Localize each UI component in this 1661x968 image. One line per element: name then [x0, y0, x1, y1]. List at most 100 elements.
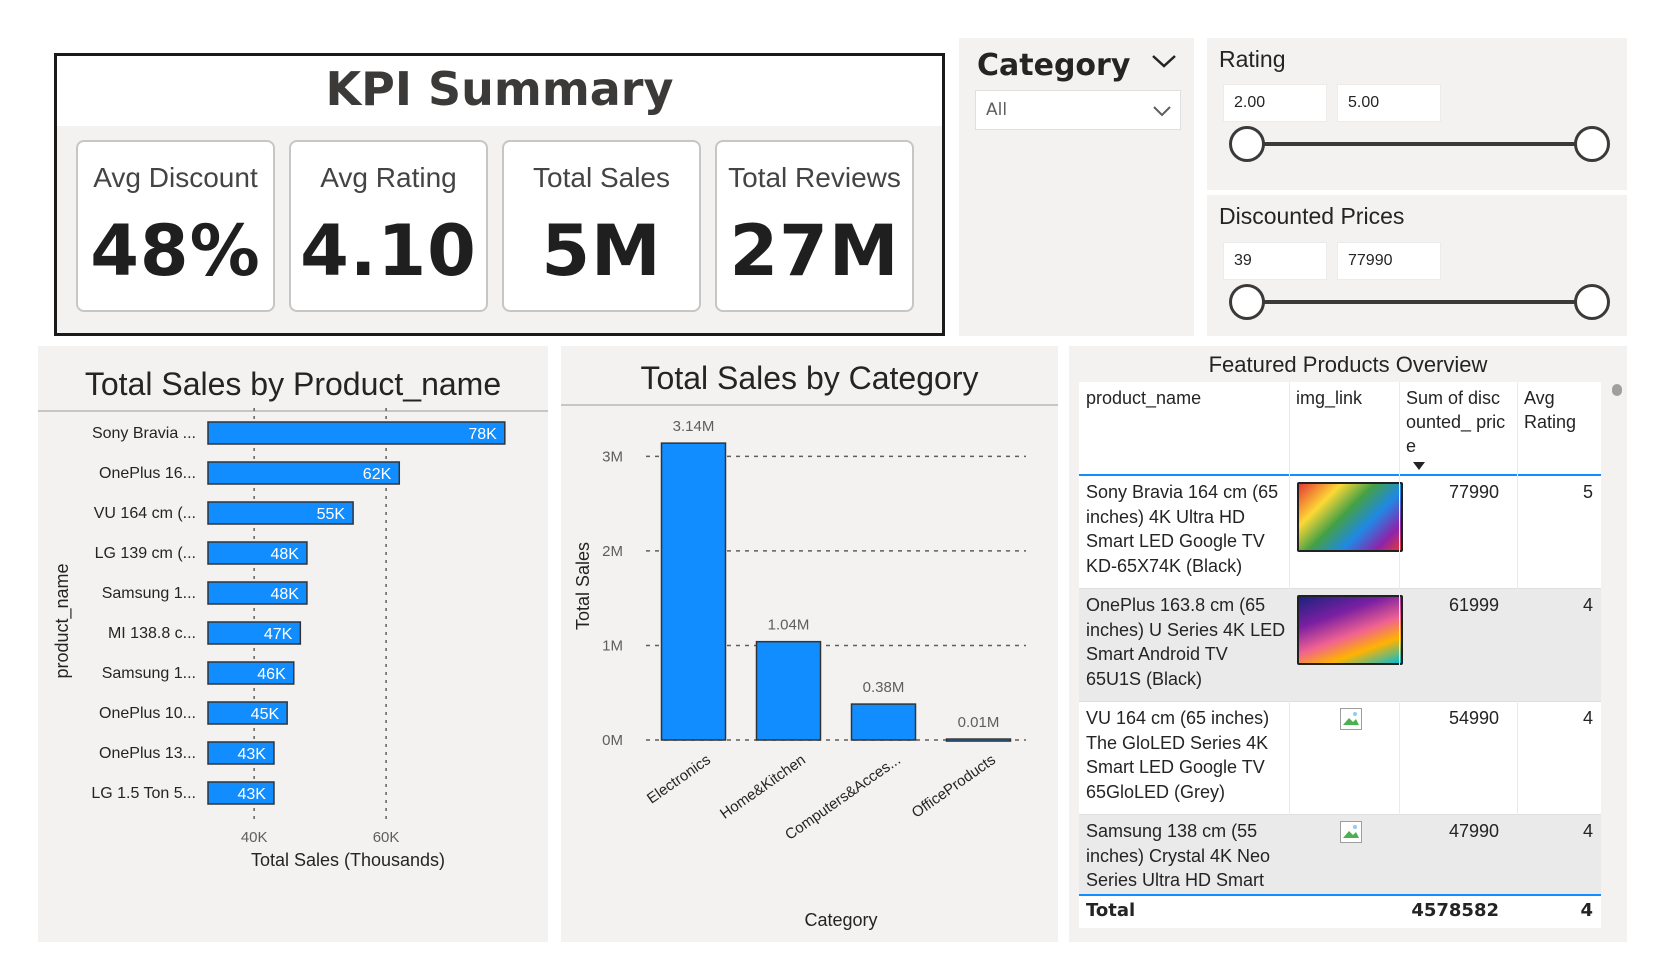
column-chart-plot[interactable]: 0M 1M 2M 3M 3.14M Electronics 1.04M Home&Kitche…: [561, 346, 1058, 942]
table-row[interactable]: Samsung 138 cm (55 inches) Crystal 4K Ne…: [1079, 815, 1601, 895]
cell-price: 77990: [1448, 482, 1499, 502]
y-axis-title: Total Sales: [573, 542, 593, 630]
sales-by-category-chart: Total Sales by Category 0M 1M 2M 3M 3.14M Ele…: [561, 346, 1058, 942]
broken-image-icon[interactable]: [1340, 708, 1362, 730]
column-data-label: 3.14M: [673, 418, 715, 435]
bar-data-label: 47K: [264, 626, 293, 643]
bar-data-label: 48K: [270, 546, 299, 563]
y-category-label: OnePlus 13...: [99, 745, 196, 762]
column-bar[interactable]: [850, 703, 917, 741]
y-category-label: OnePlus 16...: [99, 465, 196, 482]
table-row[interactable]: VU 164 cm (65 inches) The GloLED Series …: [1079, 702, 1601, 815]
broken-image-icon[interactable]: [1340, 821, 1362, 843]
table-row[interactable]: Sony Bravia 164 cm (65 inches) 4K Ultra …: [1079, 476, 1601, 589]
bar-data-label: 48K: [270, 586, 299, 603]
total-price: 4578582: [1411, 900, 1499, 921]
category-dropdown[interactable]: All: [975, 90, 1181, 130]
rating-slicer: Rating 2.00 5.00: [1207, 38, 1627, 190]
y-category-label: MI 138.8 c...: [108, 625, 196, 642]
kpi-label: Total Sales: [533, 162, 670, 193]
total-label: Total: [1086, 900, 1136, 921]
kpi-card-total-sales[interactable]: Total Sales 5M: [502, 140, 701, 312]
kpi-card-avg-rating[interactable]: Avg Rating 4.10: [289, 140, 488, 312]
kpi-label: Avg Rating: [320, 162, 457, 193]
bar-data-label: 55K: [317, 506, 346, 523]
column-divider: [1517, 382, 1518, 928]
rating-max-input[interactable]: 5.00: [1337, 84, 1441, 122]
chevron-down-icon[interactable]: [1149, 46, 1179, 76]
x-axis-title: Total Sales (Thousands): [251, 850, 445, 870]
rating-min-input[interactable]: 2.00: [1223, 84, 1327, 122]
column-bar[interactable]: [755, 640, 822, 741]
cell-rating: 5: [1582, 482, 1593, 502]
kpi-card-avg-discount[interactable]: Avg Discount 48%: [76, 140, 275, 312]
rating-slider-max-handle[interactable]: [1574, 126, 1610, 162]
discounted-price-slider-track[interactable]: [1251, 300, 1591, 304]
kpi-value: 4.10: [300, 210, 477, 292]
cell-rating: 4: [1582, 595, 1593, 615]
featured-products-table-panel: Featured Products Overview product_name …: [1069, 346, 1627, 942]
column-bar[interactable]: [660, 442, 727, 741]
discounted-prices-slicer-title: Discounted Prices: [1219, 203, 1405, 229]
column-data-label: 0.01M: [958, 714, 1000, 731]
kpi-summary-panel: KPI Summary Avg Discount 48% Avg Rating …: [54, 53, 945, 336]
cell-product-name: Samsung 138 cm (55 inches) Crystal 4K Ne…: [1086, 821, 1271, 890]
column-header-product-name[interactable]: product_name: [1079, 382, 1289, 474]
table-scrollbar[interactable]: [1612, 384, 1622, 396]
column-bar[interactable]: [945, 738, 1012, 742]
kpi-value: 27M: [729, 210, 900, 292]
kpi-label: Total Reviews: [728, 162, 901, 193]
rating-slider-track[interactable]: [1251, 142, 1591, 146]
products-table[interactable]: product_name img_link Sum of discounted_…: [1079, 382, 1601, 928]
discounted-prices-slicer: Discounted Prices 39 77990: [1207, 195, 1627, 336]
category-slicer-title: Category: [977, 48, 1131, 83]
column-header-img-link[interactable]: img_link: [1289, 382, 1399, 474]
rating-slicer-title: Rating: [1219, 46, 1286, 72]
discounted-price-slider-min-handle[interactable]: [1229, 284, 1265, 320]
column-divider: [1399, 382, 1400, 928]
rating-slider-min-handle[interactable]: [1229, 126, 1265, 162]
cell-price: 47990: [1448, 821, 1499, 841]
bar[interactable]: [207, 421, 506, 445]
tv-umbrellas-thumbnail[interactable]: [1297, 482, 1403, 552]
discounted-price-slider-max-handle[interactable]: [1574, 284, 1610, 320]
column-header-avg-rating[interactable]: Avg Rating: [1517, 382, 1601, 474]
cell-product-name: OnePlus 163.8 cm (65 inches) U Series 4K…: [1086, 595, 1286, 689]
x-category-label: Home&Kitchen: [717, 751, 809, 822]
column-data-label: 0.38M: [863, 679, 905, 696]
cell-product-name: Sony Bravia 164 cm (65 inches) 4K Ultra …: [1086, 482, 1279, 576]
bar-chart-plot[interactable]: 40K 60K Sony Bravia ... 78K OnePlus 16... 62K…: [38, 346, 548, 942]
y-tick-label: 1M: [602, 637, 623, 654]
kpi-value: 5M: [541, 210, 662, 292]
y-tick-label: 3M: [602, 448, 623, 465]
discounted-price-min-input[interactable]: 39: [1223, 242, 1327, 280]
cell-price: 61999: [1448, 595, 1499, 615]
discounted-price-max-input[interactable]: 77990: [1337, 242, 1441, 280]
chevron-down-icon: [1153, 106, 1171, 117]
y-category-label: LG 139 cm (...: [95, 545, 196, 562]
kpi-card-total-reviews[interactable]: Total Reviews 27M: [715, 140, 914, 312]
kpi-title: KPI Summary: [325, 62, 674, 116]
bar-data-label: 46K: [257, 666, 286, 683]
sort-descending-icon[interactable]: [1413, 462, 1425, 471]
x-tick-label: 60K: [373, 829, 400, 846]
kpi-value: 48%: [90, 210, 261, 292]
bar-data-label: 62K: [363, 466, 392, 483]
y-category-label: LG 1.5 Ton 5...: [91, 785, 196, 802]
kpi-label: Avg Discount: [93, 162, 258, 193]
y-category-label: OnePlus 10...: [99, 705, 196, 722]
sales-by-product-chart: Total Sales by Product_name 40K 60K Sony B…: [38, 346, 548, 942]
tv-colorful-waves-thumbnail[interactable]: [1297, 595, 1403, 665]
x-category-label: Electronics: [644, 751, 714, 807]
bar-data-label: 45K: [251, 706, 280, 723]
y-tick-label: 0M: [602, 732, 623, 749]
cell-rating: 4: [1582, 821, 1593, 841]
cell-price: 54990: [1448, 708, 1499, 728]
cell-rating: 4: [1582, 708, 1593, 728]
y-category-label: Samsung 1...: [102, 585, 196, 602]
bar-data-label: 43K: [237, 786, 266, 803]
y-tick-label: 2M: [602, 543, 623, 560]
category-selected-value: All: [986, 100, 1008, 120]
column-header-price[interactable]: Sum of discounted_ price: [1399, 382, 1517, 474]
table-row[interactable]: OnePlus 163.8 cm (65 inches) U Series 4K…: [1079, 589, 1601, 702]
